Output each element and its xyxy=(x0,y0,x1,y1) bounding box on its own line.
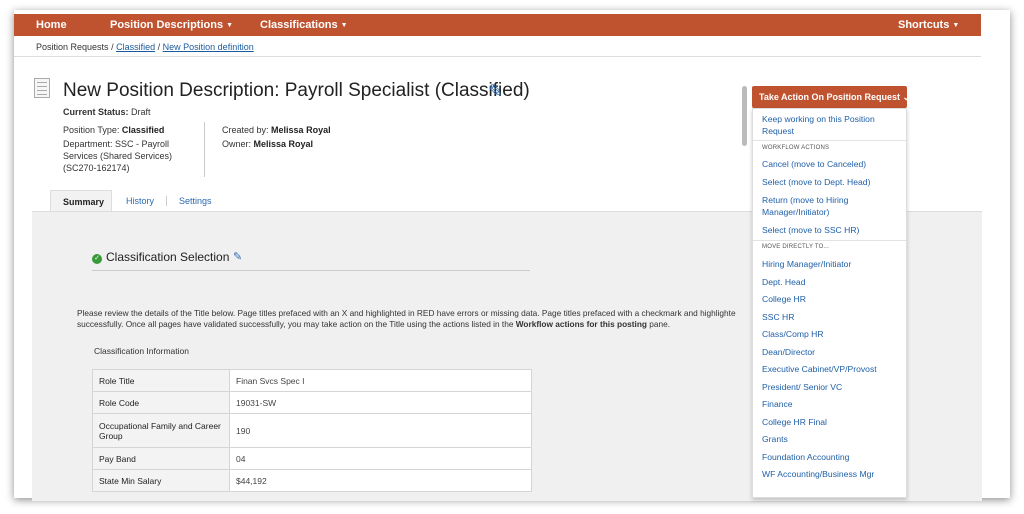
menu-item-direct[interactable]: Foundation Accounting xyxy=(762,451,897,463)
menu-header-direct: MOVE DIRECTLY TO... xyxy=(762,244,830,250)
breadcrumb-root: Position Requests xyxy=(36,42,109,52)
owner: Owner: Melissa Royal xyxy=(222,138,422,150)
check-circle-icon: ✓ xyxy=(92,254,102,264)
table-row: Occupational Family and Career Group 190 xyxy=(92,413,532,448)
divider xyxy=(204,122,205,177)
instructions-line-2-end: pane. xyxy=(646,319,671,329)
breadcrumb-current-link[interactable]: New Position definition xyxy=(163,42,254,52)
tab-settings[interactable]: Settings xyxy=(167,190,224,211)
nav-position-descriptions[interactable]: Position Descriptions ▼ xyxy=(110,19,233,31)
nav-classifications-label: Classifications xyxy=(260,19,338,31)
nav-home[interactable]: Home xyxy=(36,19,67,31)
department-label: Department: xyxy=(63,139,113,149)
created-by-label: Created by: xyxy=(222,125,269,135)
menu-item-direct[interactable]: President/ Senior VC xyxy=(762,381,897,393)
breadcrumb-classified-link[interactable]: Classified xyxy=(116,42,155,52)
menu-item-workflow[interactable]: Return (move to Hiring Manager/Initiator… xyxy=(762,194,897,218)
current-status: Current Status: Draft xyxy=(63,107,151,117)
owner-value: Melissa Royal xyxy=(253,139,314,149)
menu-item-direct[interactable]: Class/Comp HR xyxy=(762,328,897,340)
chevron-down-icon: ⌄ xyxy=(902,92,911,102)
menu-item-direct[interactable]: Executive Cabinet/VP/Provost xyxy=(762,363,897,375)
table-value: 190 xyxy=(229,413,532,448)
menu-item-direct[interactable]: College HR Final xyxy=(762,416,897,428)
nav-classifications[interactable]: Classifications ▼ xyxy=(260,19,348,31)
owner-label: Owner: xyxy=(222,139,252,149)
divider xyxy=(753,140,906,141)
created-by: Created by: Melissa Royal xyxy=(222,124,422,136)
classification-info-table: Role Title Finan Svcs Spec I Role Code 190… xyxy=(92,369,532,492)
status-value: Draft xyxy=(131,107,151,117)
classification-info-heading: Classification Information xyxy=(94,346,189,356)
position-type-value: Classified xyxy=(121,125,165,135)
instructions-emphasis: Workflow actions for this posting xyxy=(515,319,647,329)
nav-shortcuts-label: Shortcuts xyxy=(898,19,950,31)
divider xyxy=(753,240,906,241)
menu-item-direct[interactable]: SSC HR xyxy=(762,311,897,323)
table-row: Role Code 19031-SW xyxy=(92,391,532,414)
tab-history[interactable]: History xyxy=(114,190,166,211)
menu-item-workflow[interactable]: Select (move to SSC HR) xyxy=(762,224,897,236)
divider xyxy=(92,270,530,271)
section-title: ✓ Classification Selection xyxy=(92,250,229,264)
menu-item-direct[interactable]: Dean/Director xyxy=(762,346,897,358)
instructions-line-2: successfully. Once all pages have valida… xyxy=(77,319,757,330)
menu-item-direct[interactable]: Dept. Head xyxy=(762,276,897,288)
menu-item-keep-working[interactable]: Keep working on this Position Request xyxy=(762,113,897,137)
table-row: Role Title Finan Svcs Spec I xyxy=(92,369,532,392)
tab-summary[interactable]: Summary xyxy=(50,190,112,211)
menu-item-direct[interactable]: Hiring Manager/Initiator xyxy=(762,258,897,270)
instructions-line-1: Please review the details of the Title b… xyxy=(77,308,736,318)
nav-position-descriptions-label: Position Descriptions xyxy=(110,19,224,31)
menu-item-direct[interactable]: Grants xyxy=(762,433,897,445)
menu-header-workflow: WORKFLOW ACTIONS xyxy=(762,145,830,151)
edit-pencil-icon[interactable]: ✎ xyxy=(233,250,242,263)
position-type-label: Position Type: xyxy=(63,125,120,135)
menu-item-direct[interactable]: Finance xyxy=(762,398,897,410)
divider xyxy=(14,56,981,57)
page-title: New Position Description: Payroll Specia… xyxy=(63,80,530,101)
menu-item-direct[interactable]: WF Accounting/Business Mgr xyxy=(762,468,897,480)
menu-item-direct[interactable]: College HR xyxy=(762,293,897,305)
instructions-line-2-text: successfully. Once all pages have valida… xyxy=(77,319,516,329)
table-key: Pay Band xyxy=(92,447,230,470)
scrollbar[interactable] xyxy=(742,86,747,146)
chevron-down-icon: ▼ xyxy=(340,22,348,29)
status-label: Current Status: xyxy=(63,107,129,117)
menu-item-workflow[interactable]: Cancel (move to Canceled) xyxy=(762,158,897,170)
table-value: $44,192 xyxy=(229,469,532,492)
breadcrumb-separator: / xyxy=(111,42,114,52)
edit-pencil-icon[interactable]: ✎ xyxy=(488,81,503,102)
section-title-text: Classification Selection xyxy=(106,250,230,264)
top-nav: Home Position Descriptions ▼ Classificati… xyxy=(14,14,981,36)
table-key: Occupational Family and Career Group xyxy=(92,413,230,448)
department: Department: SSC - Payroll Services (Shar… xyxy=(63,138,198,174)
table-key: Role Code xyxy=(92,391,230,414)
position-type: Position Type: Classified xyxy=(63,124,193,136)
table-key: State Min Salary xyxy=(92,469,230,492)
instructions-text: Please review the details of the Title b… xyxy=(77,308,757,330)
take-action-label: Take Action On Position Request xyxy=(759,92,901,102)
breadcrumb: Position Requests / Classified / New Pos… xyxy=(36,42,254,52)
document-icon xyxy=(34,78,50,98)
table-value: Finan Svcs Spec I xyxy=(229,369,532,392)
action-menu: Keep working on this Position Request WO… xyxy=(752,108,907,498)
take-action-button[interactable]: Take Action On Position Request ⌄ xyxy=(752,86,910,108)
table-key: Role Title xyxy=(92,369,230,392)
table-row: State Min Salary $44,192 xyxy=(92,469,532,492)
table-row: Pay Band 04 xyxy=(92,447,532,470)
menu-item-workflow[interactable]: Select (move to Dept. Head) xyxy=(762,176,897,188)
chevron-down-icon: ▼ xyxy=(226,22,234,29)
breadcrumb-separator: / xyxy=(157,42,161,52)
created-by-value: Melissa Royal xyxy=(271,125,331,135)
nav-shortcuts[interactable]: Shortcuts ▼ xyxy=(898,19,959,31)
table-value: 04 xyxy=(229,447,532,470)
table-value: 19031-SW xyxy=(229,391,532,414)
chevron-down-icon: ▼ xyxy=(952,22,960,29)
